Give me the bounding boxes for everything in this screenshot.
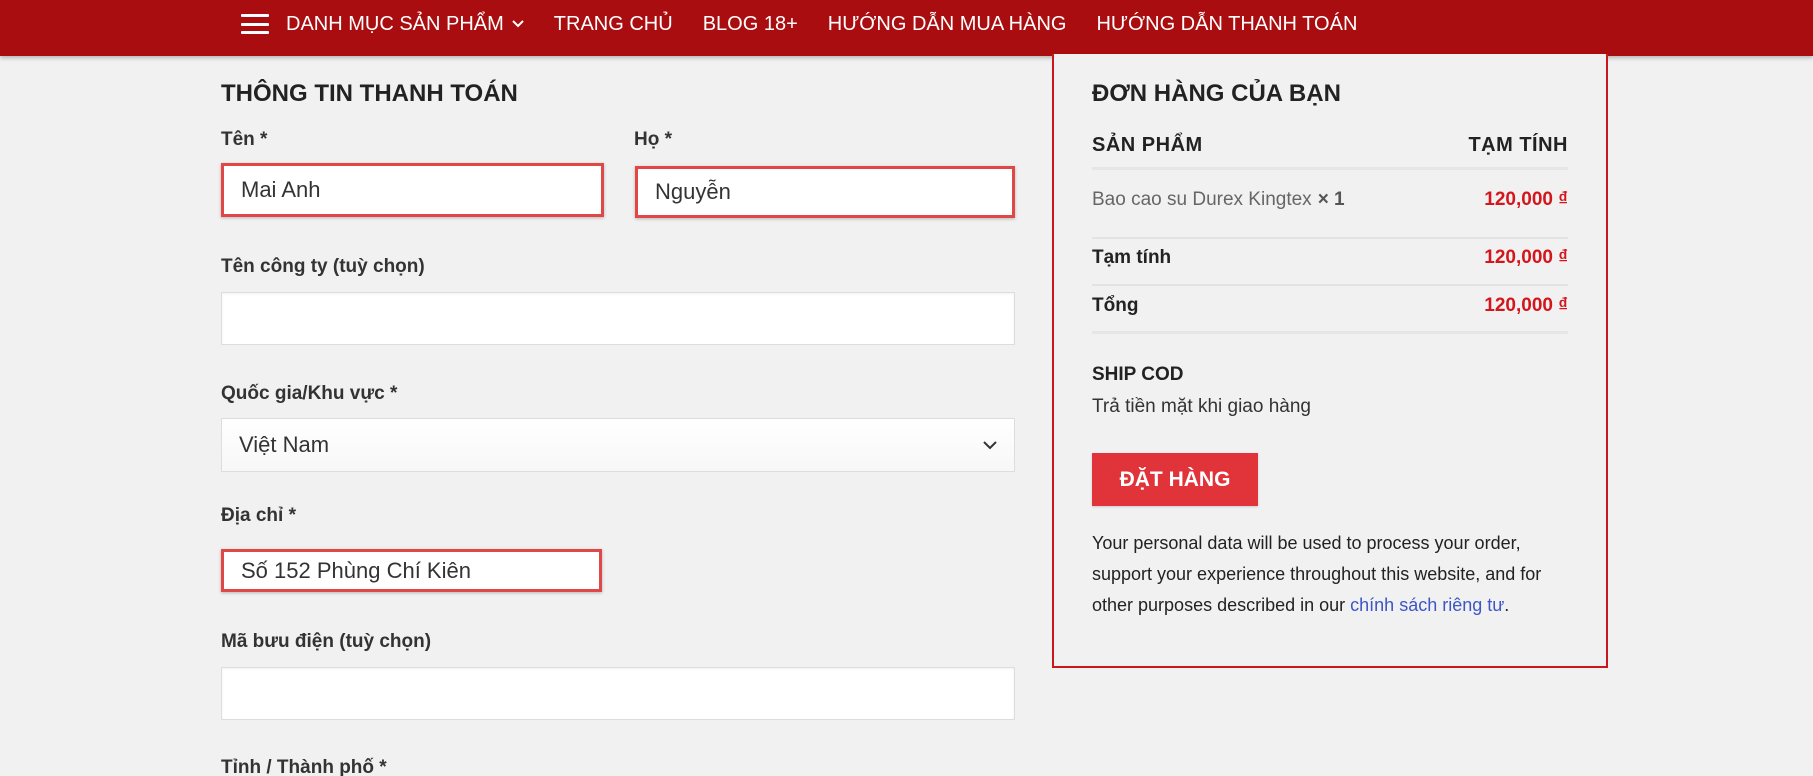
product-row: Bao cao su Durex Kingtex × 1 bbox=[1092, 189, 1345, 211]
last-name-label: Họ * bbox=[634, 129, 672, 150]
top-navbar: DANH MỤC SẢN PHẨM TRANG CHỦ BLOG 18+ HƯỚ… bbox=[0, 0, 1813, 56]
nav-blog[interactable]: BLOG 18+ bbox=[703, 13, 798, 36]
column-product: SẢN PHẨM bbox=[1092, 134, 1203, 156]
billing-title: THÔNG TIN THANH TOÁN bbox=[221, 80, 518, 107]
country-label: Quốc gia/Khu vực * bbox=[221, 383, 398, 404]
shipping-method-title: SHIP COD bbox=[1092, 364, 1184, 385]
company-field[interactable] bbox=[221, 292, 1015, 345]
last-name-field[interactable]: Nguyễn bbox=[635, 166, 1015, 218]
address-field[interactable]: Số 152 Phùng Chí Kiên bbox=[221, 549, 602, 592]
hamburger-menu-icon[interactable] bbox=[241, 14, 269, 34]
nav-product-categories-label: DANH MỤC SẢN PHẨM bbox=[286, 12, 504, 35]
nav-inner: DANH MỤC SẢN PHẨM TRANG CHỦ BLOG 18+ HƯỚ… bbox=[241, 0, 1387, 48]
privacy-notice: Your personal data will be used to proce… bbox=[1092, 528, 1572, 621]
first-name-field[interactable]: Mai Anh bbox=[221, 163, 604, 217]
first-name-value: Mai Anh bbox=[241, 177, 321, 202]
product-quantity: × 1 bbox=[1317, 189, 1345, 210]
divider bbox=[1092, 284, 1568, 286]
product-name: Bao cao su Durex Kingtex bbox=[1092, 189, 1312, 210]
postcode-label: Mã bưu điện (tuỳ chọn) bbox=[221, 631, 432, 652]
city-label: Tỉnh / Thành phố * bbox=[221, 757, 387, 776]
total-value: 120,000 ₫ bbox=[1484, 295, 1568, 316]
column-subtotal: TẠM TÍNH bbox=[1468, 134, 1568, 156]
nav-payment-guide[interactable]: HƯỚNG DẪN THANH TOÁN bbox=[1096, 13, 1357, 36]
product-price: 120,000 ₫ bbox=[1484, 189, 1568, 210]
address-label: Địa chỉ * bbox=[221, 505, 296, 526]
subtotal-label: Tạm tính bbox=[1092, 247, 1172, 268]
privacy-policy-link[interactable]: chính sách riêng tư bbox=[1350, 595, 1504, 615]
total-label: Tổng bbox=[1092, 295, 1139, 316]
privacy-end: . bbox=[1504, 595, 1510, 615]
divider bbox=[1092, 237, 1568, 239]
postcode-field[interactable] bbox=[221, 667, 1015, 720]
address-value: Số 152 Phùng Chí Kiên bbox=[241, 557, 471, 583]
first-name-label: Tên * bbox=[221, 129, 268, 150]
nav-product-categories[interactable]: DANH MỤC SẢN PHẨM bbox=[286, 13, 524, 36]
shipping-method-description: Trả tiền mặt khi giao hàng bbox=[1092, 396, 1311, 417]
chevron-down-icon bbox=[512, 20, 524, 28]
subtotal-value: 120,000 ₫ bbox=[1484, 247, 1568, 268]
nav-purchase-guide[interactable]: HƯỚNG DẪN MUA HÀNG bbox=[828, 13, 1067, 36]
divider bbox=[1092, 331, 1568, 334]
nav-home[interactable]: TRANG CHỦ bbox=[554, 13, 673, 36]
chevron-down-icon bbox=[983, 440, 997, 449]
company-label: Tên công ty (tuỳ chọn) bbox=[221, 256, 425, 277]
order-title: ĐƠN HÀNG CỦA BẠN bbox=[1092, 80, 1341, 107]
divider bbox=[1092, 167, 1568, 170]
country-select[interactable]: Việt Nam bbox=[221, 418, 1015, 472]
country-value: Việt Nam bbox=[239, 432, 330, 457]
last-name-value: Nguyễn bbox=[655, 179, 731, 204]
place-order-button[interactable]: ĐẶT HÀNG bbox=[1092, 453, 1258, 506]
